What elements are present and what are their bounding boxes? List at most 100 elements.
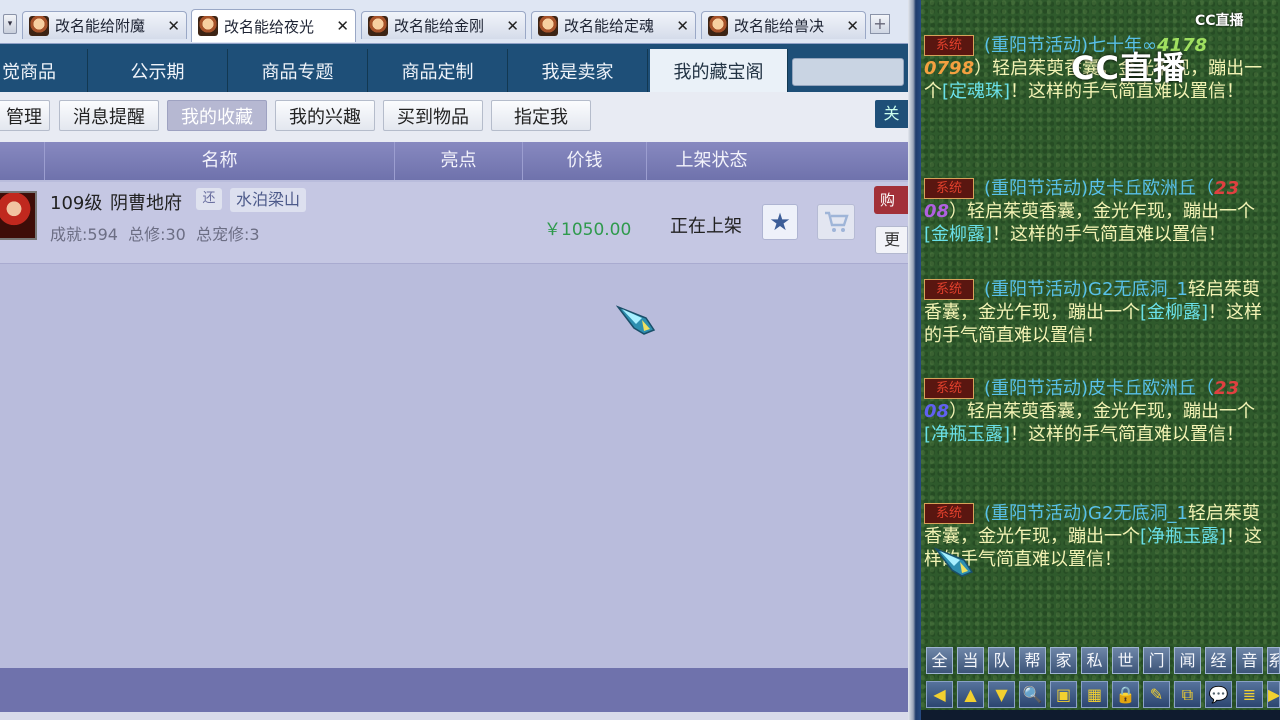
- character-avatar-icon: [198, 16, 218, 36]
- channel-family-button[interactable]: 家: [1050, 647, 1077, 674]
- channel-news-button[interactable]: 闻: [1174, 647, 1201, 674]
- item-link[interactable]: [金柳露]: [924, 224, 992, 245]
- player-name[interactable]: G2无底洞_1: [1088, 279, 1188, 300]
- row-status: 正在上架: [670, 216, 742, 237]
- channel-team-button[interactable]: 队: [988, 647, 1015, 674]
- character-avatar-icon: [368, 15, 388, 36]
- sub-purchased-button[interactable]: 买到物品: [383, 100, 483, 131]
- cc-live-logo-small: CC直播: [1195, 13, 1244, 29]
- brush-icon[interactable]: ✎: [1143, 681, 1170, 708]
- channel-voice-button[interactable]: 音: [1236, 647, 1263, 674]
- arrow-left-icon[interactable]: ◀: [926, 681, 953, 708]
- arrow-up-icon[interactable]: ▲: [957, 681, 984, 708]
- channel-world-button[interactable]: 世: [1112, 647, 1139, 674]
- chat-message: 系统 (重阳节活动)皮卡丘欧洲丘（23 08）轻启茱萸香囊，金光乍现，蹦出一个[净…: [924, 377, 1276, 446]
- lock-icon[interactable]: 🔒: [1112, 681, 1139, 708]
- add-tab-icon[interactable]: +: [870, 14, 890, 34]
- player-name[interactable]: 皮卡丘欧洲丘（: [1088, 178, 1214, 199]
- event-text: (重阳节活动): [984, 503, 1089, 524]
- window-tab-5[interactable]: 改名能给兽决 ✕: [701, 11, 866, 39]
- message-text: ）轻启茱萸香囊，金光乍现，蹦出一个: [949, 401, 1256, 422]
- close-icon[interactable]: ✕: [161, 17, 180, 35]
- footer-bar: [0, 668, 908, 712]
- window-divider[interactable]: [908, 0, 921, 720]
- close-icon[interactable]: ✕: [840, 17, 859, 35]
- window-tab-label: 改名能给兽决: [734, 17, 825, 35]
- bargain-badge: 还: [196, 188, 222, 210]
- trade-window: ▾ 改名能给附魔 ✕ 改名能给夜光 ✕ 改名能给金刚 ✕ 改名能给定魂 ✕ 改名…: [0, 0, 908, 720]
- grid-icon[interactable]: ▦: [1081, 681, 1108, 708]
- screen: ▾ 改名能给附魔 ✕ 改名能给夜光 ✕ 改名能给金刚 ✕ 改名能给定魂 ✕ 改名…: [0, 0, 1280, 720]
- message-text: ）轻启茱萸香囊，金光乍现，蹦出一个: [949, 201, 1256, 222]
- item-link[interactable]: [净瓶玉露]: [924, 424, 1010, 445]
- note-icon[interactable]: ▣: [1050, 681, 1077, 708]
- tab-scroll-down-icon[interactable]: ▾: [3, 14, 17, 34]
- number-text: 08: [924, 401, 950, 422]
- system-tag: 系统: [924, 35, 974, 56]
- item-link[interactable]: [定魂珠]: [942, 81, 1010, 102]
- item-link[interactable]: [金柳露]: [1140, 302, 1208, 323]
- cursor-icon: [934, 547, 974, 577]
- close-icon[interactable]: ✕: [330, 17, 349, 35]
- cart-icon[interactable]: [817, 204, 855, 240]
- sub-designated-button[interactable]: 指定我: [491, 100, 591, 131]
- nav-goods-custom[interactable]: 商品定制: [368, 49, 508, 92]
- window-tab-1[interactable]: 改名能给附魔 ✕: [22, 11, 187, 39]
- nav-browse-goods[interactable]: 觉商品: [0, 49, 88, 92]
- system-tag: 系统: [924, 378, 974, 399]
- sub-manage-button[interactable]: 管理: [0, 100, 50, 131]
- close-icon[interactable]: ✕: [670, 17, 689, 35]
- cursor-icon: [616, 305, 656, 335]
- player-name[interactable]: G2无底洞_1: [1088, 503, 1188, 524]
- sub-interests-button[interactable]: 我的兴趣: [275, 100, 375, 131]
- window-tab-label: 改名能给附魔: [55, 17, 146, 35]
- player-name[interactable]: 皮卡丘欧洲丘（: [1088, 378, 1214, 399]
- close-icon[interactable]: ✕: [500, 17, 519, 35]
- arrow-right-icon[interactable]: ▶: [1267, 681, 1280, 708]
- arrow-down-icon[interactable]: ▼: [988, 681, 1015, 708]
- event-text: (重阳节活动): [984, 178, 1089, 199]
- chat-input-strip[interactable]: [921, 710, 1280, 720]
- channel-exp-button[interactable]: 经: [1205, 647, 1232, 674]
- character-avatar[interactable]: [0, 191, 37, 240]
- search-icon[interactable]: 🔍: [1019, 681, 1046, 708]
- copy-icon[interactable]: ⧉: [1174, 681, 1201, 708]
- window-tab-label: 改名能给金刚: [394, 17, 485, 35]
- chat-panel: [921, 0, 1280, 720]
- nav-public-period[interactable]: 公示期: [88, 49, 228, 92]
- channel-current-button[interactable]: 当: [957, 647, 984, 674]
- channel-school-button[interactable]: 门: [1143, 647, 1170, 674]
- menu-list-icon[interactable]: ≣: [1236, 681, 1263, 708]
- chat-message: 系统 (重阳节活动)皮卡丘欧洲丘（23 08）轻启茱萸香囊，金光乍现，蹦出一个[金…: [924, 177, 1276, 246]
- search-input[interactable]: [792, 58, 904, 86]
- nav-seller[interactable]: 我是卖家: [508, 49, 648, 92]
- chat-bubble-icon[interactable]: 💬: [1205, 681, 1232, 708]
- row-school: 阴曹地府: [110, 193, 182, 214]
- table-header: 名称 亮点 价钱 上架状态: [0, 142, 908, 180]
- item-link[interactable]: [净瓶玉露]: [1140, 526, 1226, 547]
- sub-nav: 管理 消息提醒 我的收藏 我的兴趣 买到物品 指定我: [0, 92, 908, 142]
- nav-goods-topics[interactable]: 商品专题: [228, 49, 368, 92]
- row-stats: 成就:594 总修:30 总宠修:3: [50, 225, 260, 244]
- message-text: ！这样的手气简直难以置信！: [992, 224, 1227, 245]
- close-panel-button[interactable]: 关: [875, 100, 908, 128]
- number-text: 23: [1214, 178, 1240, 199]
- sub-favorites-button[interactable]: 我的收藏: [167, 100, 267, 131]
- window-tab-4[interactable]: 改名能给定魂 ✕: [531, 11, 696, 39]
- message-text: ！这样的手气简直难以置信！: [1010, 424, 1245, 445]
- window-tab-3[interactable]: 改名能给金刚 ✕: [361, 11, 526, 39]
- event-text: (重阳节活动): [984, 378, 1089, 399]
- nav-my-treasure[interactable]: 我的藏宝阁: [650, 49, 788, 92]
- channel-guild-button[interactable]: 帮: [1019, 647, 1046, 674]
- character-avatar-icon: [708, 15, 728, 36]
- buy-button[interactable]: 购: [874, 186, 908, 214]
- col-status: 上架状态: [646, 142, 776, 180]
- channel-system-button[interactable]: 系: [1267, 647, 1280, 674]
- sub-messages-button[interactable]: 消息提醒: [59, 100, 159, 131]
- window-tab-2[interactable]: 改名能给夜光 ✕: [191, 9, 356, 42]
- channel-all-button[interactable]: 全: [926, 647, 953, 674]
- window-tab-strip: ▾ 改名能给附魔 ✕ 改名能给夜光 ✕ 改名能给金刚 ✕ 改名能给定魂 ✕ 改名…: [0, 0, 908, 44]
- channel-private-button[interactable]: 私: [1081, 647, 1108, 674]
- favorite-star-icon[interactable]: ★: [762, 204, 798, 240]
- more-button[interactable]: 更: [875, 226, 908, 254]
